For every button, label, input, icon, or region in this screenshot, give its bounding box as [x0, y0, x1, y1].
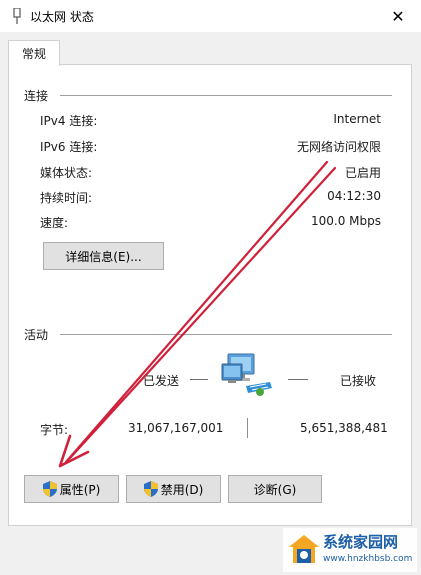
general-panel: [8, 64, 412, 526]
tab-general[interactable]: 常规: [8, 40, 60, 66]
sent-dash: [190, 379, 208, 380]
properties-label: 属性(P): [59, 482, 101, 497]
sent-label: 已发送: [143, 374, 180, 388]
connection-section-title: 连接: [24, 89, 49, 103]
bytes-divider: [247, 418, 248, 438]
activity-section-title: 活动: [24, 328, 49, 342]
connection-divider: [60, 95, 392, 96]
tab-label: 常规: [21, 47, 46, 61]
uac-shield-icon: [143, 481, 158, 497]
received-dash: [288, 379, 308, 380]
house-logo-icon: [289, 535, 319, 563]
watermark: 系统家园网 www.hnzkhbsb.com: [283, 528, 417, 572]
media-state-value: 已启用: [344, 166, 381, 180]
properties-button[interactable]: 属性(P): [24, 475, 119, 503]
ipv6-label: IPv6 连接:: [40, 140, 98, 154]
network-computers-icon: [221, 353, 272, 396]
ethernet-icon: [13, 8, 21, 24]
ipv4-label: IPv4 连接:: [40, 114, 98, 128]
diagnose-button[interactable]: 诊断(G): [228, 475, 322, 503]
window-title: 以太网 状态: [30, 10, 94, 24]
bytes-received-value: 5,651,388,481: [300, 421, 388, 435]
close-icon: ✕: [391, 6, 405, 26]
title-bar: 以太网 状态 ✕: [0, 0, 421, 32]
disable-button[interactable]: 禁用(D): [126, 475, 221, 503]
watermark-name: 系统家园网: [323, 533, 399, 551]
ipv6-value: 无网络访问权限: [296, 140, 381, 154]
speed-label: 速度:: [40, 216, 69, 230]
duration-label: 持续时间:: [40, 191, 93, 205]
received-label: 已接收: [340, 374, 377, 388]
activity-divider: [60, 334, 392, 335]
close-button[interactable]: ✕: [375, 0, 421, 32]
media-state-label: 媒体状态:: [40, 166, 93, 180]
bytes-sent-value: 31,067,167,001: [128, 421, 224, 435]
bytes-label: 字节:: [40, 423, 69, 437]
watermark-url: www.hnzkhbsb.com: [323, 554, 413, 564]
disable-label: 禁用(D): [160, 482, 204, 497]
uac-shield-icon: [42, 481, 57, 497]
speed-value: 100.0 Mbps: [310, 214, 381, 228]
details-button[interactable]: 详细信息(E)...: [43, 242, 164, 270]
ipv4-value: Internet: [333, 112, 381, 126]
duration-value: 04:12:30: [327, 189, 381, 203]
